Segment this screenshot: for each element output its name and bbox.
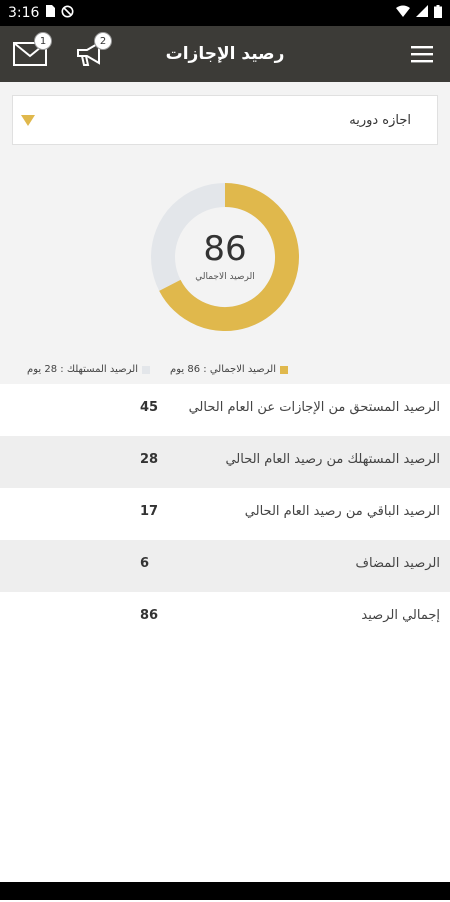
signal-icon [416, 5, 428, 21]
chart-center-value: 86 [203, 229, 247, 269]
mail-badge: 1 [34, 32, 52, 50]
dropdown-arrow-icon [21, 111, 35, 130]
row-label: الرصيد الباقي من رصيد العام الحالي [244, 504, 440, 519]
row-value: 28 [140, 452, 159, 467]
navigation-bar [0, 882, 450, 900]
legend-swatch-total [280, 365, 288, 374]
legend-swatch-consumed [142, 365, 150, 374]
content-area: اجازه دوريه 86 الرصيد الاجمالي الرصيد ال… [0, 82, 450, 902]
status-bar: 3:16 [0, 0, 450, 26]
hamburger-menu-icon [411, 46, 433, 63]
status-right [396, 4, 442, 22]
balance-details-list: الرصيد المستحق من الإجازات عن العام الحا… [0, 384, 450, 902]
row-value: 6 [140, 556, 150, 571]
page-title: رصيد الإجازات [165, 44, 285, 64]
legend-item-consumed: الرصيد المستهلك : 28 يوم [27, 364, 150, 375]
legend-item-total: الرصيد الاجمالي : 86 يوم [170, 364, 288, 375]
legend-label-total: الرصيد الاجمالي : 86 يوم [170, 364, 276, 375]
list-item: الرصيد المستحق من الإجازات عن العام الحا… [0, 384, 450, 436]
list-item: إجمالي الرصيد 86 [0, 592, 450, 644]
legend-label-consumed: الرصيد المستهلك : 28 يوم [27, 364, 138, 375]
leave-type-selected: اجازه دوريه [349, 112, 411, 128]
leave-type-dropdown[interactable]: اجازه دوريه [12, 95, 438, 145]
list-item: الرصيد المستهلك من رصيد العام الحالي 28 [0, 436, 450, 488]
battery-icon [434, 4, 442, 22]
menu-button[interactable] [404, 36, 440, 72]
balance-donut-chart: 86 الرصيد الاجمالي [150, 182, 300, 332]
status-left: 3:16 [8, 5, 74, 22]
announcement-badge: 2 [94, 32, 112, 50]
blocked-icon [61, 5, 74, 22]
status-time: 3:16 [8, 5, 40, 21]
row-label: إجمالي الرصيد [361, 608, 440, 623]
row-label: الرصيد المضاف [355, 556, 440, 571]
row-label: الرصيد المستهلك من رصيد العام الحالي [225, 452, 440, 467]
list-item: الرصيد المضاف 6 [0, 540, 450, 592]
app-bar: 1 2 رصيد الإجازات [0, 26, 450, 82]
list-item: الرصيد الباقي من رصيد العام الحالي 17 [0, 488, 450, 540]
wifi-icon [396, 5, 410, 21]
sim-card-icon [45, 5, 56, 21]
chart-center: 86 الرصيد الاجمالي [150, 182, 300, 332]
announcements-button[interactable]: 2 [72, 32, 112, 72]
chart-center-caption: الرصيد الاجمالي [195, 272, 255, 282]
list-filler [0, 644, 450, 902]
row-value: 86 [140, 608, 159, 623]
row-label: الرصيد المستحق من الإجازات عن العام الحا… [188, 400, 440, 415]
row-value: 45 [140, 400, 159, 415]
row-value: 17 [140, 504, 159, 519]
mail-button[interactable]: 1 [12, 32, 52, 72]
